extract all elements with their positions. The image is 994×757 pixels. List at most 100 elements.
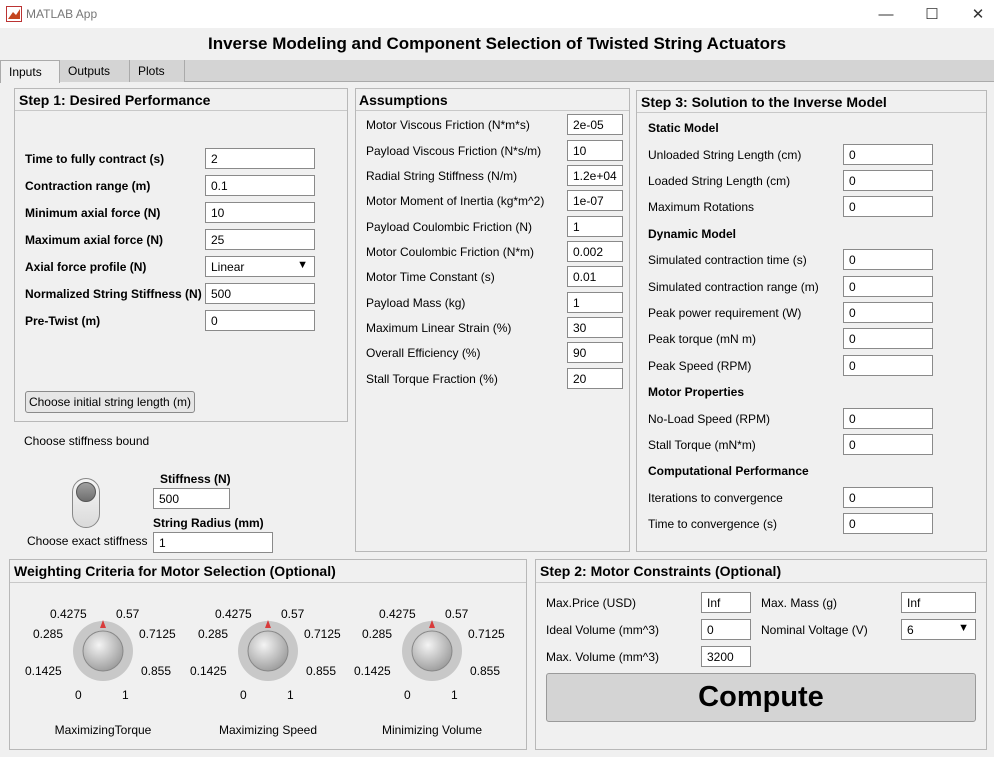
step1-title: Step 1: Desired Performance bbox=[19, 92, 211, 108]
stiffness-input[interactable]: 500 bbox=[153, 488, 230, 509]
speed-tick-0.4275: 0.4275 bbox=[215, 607, 252, 621]
motor-properties-heading: Motor Properties bbox=[648, 385, 745, 399]
step3-divider bbox=[637, 112, 986, 113]
stall-torque-fraction-label: Stall Torque Fraction (%) bbox=[366, 372, 498, 386]
max-axial-force-input[interactable]: 25 bbox=[205, 229, 315, 250]
min-axial-force-input[interactable]: 10 bbox=[205, 202, 315, 223]
payload-viscous-friction-label: Payload Viscous Friction (N*s/m) bbox=[366, 144, 542, 158]
no-load-speed-output: 0 bbox=[843, 408, 933, 429]
step2-title: Step 2: Motor Constraints (Optional) bbox=[540, 563, 782, 579]
radial-string-stiffness-input[interactable]: 1.2e+04 bbox=[567, 165, 623, 186]
unloaded-length-output: 0 bbox=[843, 144, 933, 165]
time-to-contract-label: Time to fully contract (s) bbox=[25, 152, 165, 166]
choose-string-length-button[interactable]: Choose initial string length (m) bbox=[25, 391, 195, 413]
ideal-volume-input[interactable]: 0 bbox=[701, 619, 751, 640]
time-to-convergence-label: Time to convergence (s) bbox=[648, 517, 777, 531]
knob-torque[interactable] bbox=[73, 617, 133, 685]
payload-mass-input[interactable]: 1 bbox=[567, 292, 623, 313]
torque-tick-0.7125: 0.7125 bbox=[139, 627, 176, 641]
exact-stiffness-label: Choose exact stiffness bbox=[27, 534, 148, 548]
knob-speed[interactable] bbox=[238, 617, 298, 685]
motor-inertia-input[interactable]: 1e-07 bbox=[567, 190, 623, 211]
motor-coulombic-friction-input[interactable]: 0.002 bbox=[567, 241, 623, 262]
overall-efficiency-input[interactable]: 90 bbox=[567, 342, 623, 363]
torque-knob-group: 0.4275 0.57 0.285 0.7125 0.1425 0.855 0 … bbox=[21, 600, 185, 702]
nominal-voltage-value: 6 bbox=[907, 623, 914, 637]
speed-tick-0.7125: 0.7125 bbox=[304, 627, 341, 641]
nominal-voltage-dropdown[interactable]: 6 ▼ bbox=[901, 619, 976, 640]
torque-tick-1: 1 bbox=[122, 688, 129, 702]
peak-speed-label: Peak Speed (RPM) bbox=[648, 359, 752, 373]
speed-tick-0.855: 0.855 bbox=[306, 664, 337, 678]
tab-outputs[interactable]: Outputs bbox=[60, 60, 130, 82]
max-axial-force-label: Maximum axial force (N) bbox=[25, 233, 164, 247]
stiffness-toggle-switch[interactable] bbox=[72, 478, 100, 528]
normalized-stiffness-label: Normalized String Stiffness (N) bbox=[25, 287, 202, 301]
radial-string-stiffness-label: Radial String Stiffness (N/m) bbox=[366, 169, 518, 183]
computational-performance-heading: Computational Performance bbox=[648, 464, 809, 478]
assumptions-title: Assumptions bbox=[359, 92, 448, 108]
stall-torque-fraction-input[interactable]: 20 bbox=[567, 368, 623, 389]
ideal-volume-label: Ideal Volume (mm^3) bbox=[546, 623, 660, 637]
dropdown-arrow-icon: ▼ bbox=[297, 259, 308, 271]
pre-twist-input[interactable]: 0 bbox=[205, 310, 315, 331]
axial-force-profile-value: Linear bbox=[211, 260, 245, 274]
torque-tick-0.285: 0.285 bbox=[33, 627, 64, 641]
max-linear-strain-input[interactable]: 30 bbox=[567, 317, 623, 338]
close-button[interactable]: ✕ bbox=[955, 0, 994, 28]
motor-viscous-friction-label: Motor Viscous Friction (N*m*s) bbox=[366, 118, 530, 132]
axial-force-profile-label: Axial force profile (N) bbox=[25, 260, 147, 274]
string-radius-input[interactable]: 1 bbox=[153, 532, 273, 553]
volume-tick-0.855: 0.855 bbox=[470, 664, 501, 678]
speed-knob-group: 0.4275 0.57 0.285 0.7125 0.1425 0.855 0 … bbox=[186, 600, 350, 702]
min-axial-force-label: Minimum axial force (N) bbox=[25, 206, 161, 220]
speed-tick-0: 0 bbox=[240, 688, 247, 702]
assumptions-divider bbox=[356, 110, 629, 111]
tab-inputs[interactable]: Inputs bbox=[0, 60, 60, 83]
max-mass-input[interactable]: Inf bbox=[901, 592, 976, 613]
speed-tick-0.57: 0.57 bbox=[281, 607, 305, 621]
tab-plots[interactable]: Plots bbox=[130, 60, 185, 82]
torque-tick-0: 0 bbox=[75, 688, 82, 702]
time-to-convergence-output: 0 bbox=[843, 513, 933, 534]
minimize-button[interactable]: — bbox=[863, 0, 909, 28]
app-title: Inverse Modeling and Component Selection… bbox=[207, 34, 787, 53]
motor-time-constant-input[interactable]: 0.01 bbox=[567, 266, 623, 287]
compute-button[interactable]: Compute bbox=[546, 673, 976, 722]
volume-tick-0.7125: 0.7125 bbox=[468, 627, 505, 641]
payload-coulombic-friction-input[interactable]: 1 bbox=[567, 216, 623, 237]
max-price-label: Max.Price (USD) bbox=[546, 596, 637, 610]
window-title: MATLAB App bbox=[26, 7, 98, 21]
knob-volume[interactable] bbox=[402, 617, 462, 685]
static-model-heading: Static Model bbox=[648, 121, 719, 135]
volume-knob-caption: Minimizing Volume bbox=[381, 723, 483, 737]
time-to-contract-input[interactable]: 2 bbox=[205, 148, 315, 169]
volume-knob-group: 0.4275 0.57 0.285 0.7125 0.1425 0.855 0 … bbox=[350, 600, 514, 702]
max-mass-label: Max. Mass (g) bbox=[761, 596, 838, 610]
contraction-range-label: Contraction range (m) bbox=[25, 179, 151, 193]
contraction-range-input[interactable]: 0.1 bbox=[205, 175, 315, 196]
torque-tick-0.4275: 0.4275 bbox=[50, 607, 87, 621]
step1-panel bbox=[14, 88, 348, 422]
axial-force-profile-dropdown[interactable]: Linear ▼ bbox=[205, 256, 315, 277]
peak-power-output: 0 bbox=[843, 302, 933, 323]
dropdown-arrow-icon: ▼ bbox=[958, 622, 969, 634]
maximize-button[interactable]: ☐ bbox=[909, 0, 955, 28]
volume-tick-0.1425: 0.1425 bbox=[354, 664, 391, 678]
max-volume-input[interactable]: 3200 bbox=[701, 646, 751, 667]
max-rotations-output: 0 bbox=[843, 196, 933, 217]
payload-viscous-friction-input[interactable]: 10 bbox=[567, 140, 623, 161]
payload-coulombic-friction-label: Payload Coulombic Friction (N) bbox=[366, 220, 533, 234]
volume-tick-1: 1 bbox=[451, 688, 458, 702]
volume-tick-0.4275: 0.4275 bbox=[379, 607, 416, 621]
max-price-input[interactable]: Inf bbox=[701, 592, 751, 613]
max-rotations-label: Maximum Rotations bbox=[648, 200, 755, 214]
max-linear-strain-label: Maximum Linear Strain (%) bbox=[366, 321, 512, 335]
motor-viscous-friction-input[interactable]: 2e-05 bbox=[567, 114, 623, 135]
torque-tick-0.1425: 0.1425 bbox=[25, 664, 62, 678]
sim-contraction-range-output: 0 bbox=[843, 276, 933, 297]
string-radius-label: String Radius (mm) bbox=[153, 516, 264, 530]
stall-torque-label: Stall Torque (mN*m) bbox=[648, 438, 756, 452]
iterations-output: 0 bbox=[843, 487, 933, 508]
normalized-stiffness-input[interactable]: 500 bbox=[205, 283, 315, 304]
